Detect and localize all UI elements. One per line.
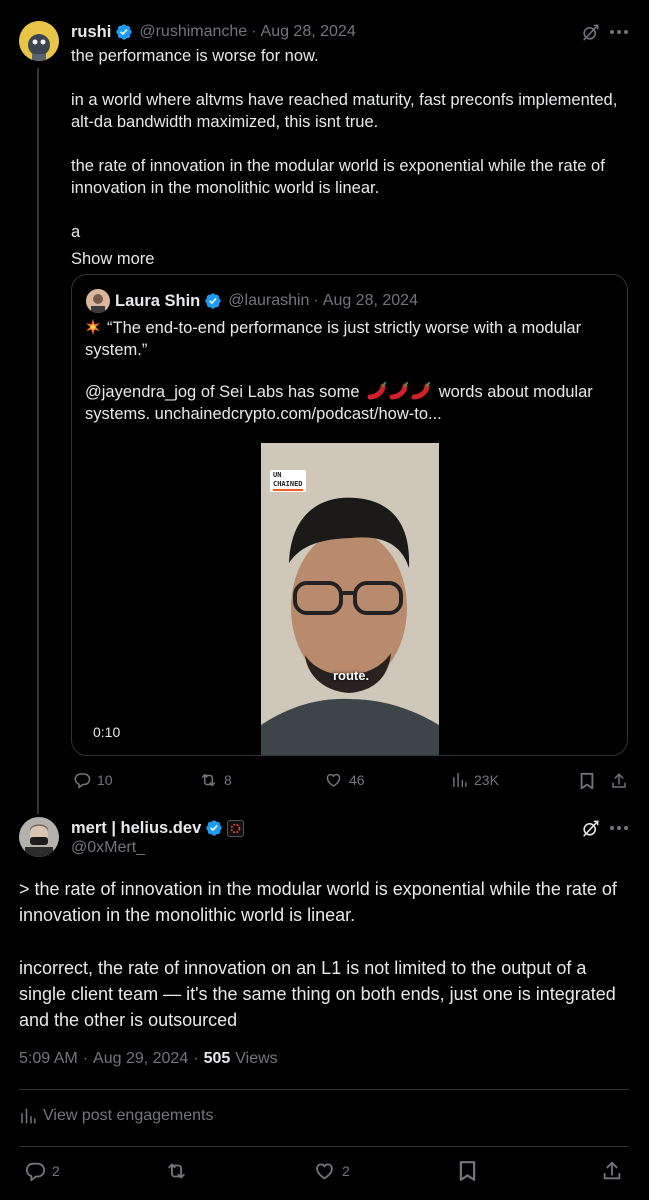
display-name[interactable]: mert | helius.dev [71, 819, 201, 838]
post-meta: 5:09 AM · Aug 29, 2024 · 505 Views [19, 1050, 278, 1068]
show-more-link[interactable]: Show more [71, 248, 631, 270]
thread-line [37, 68, 39, 814]
video-caption: route. [332, 668, 370, 683]
post-date[interactable]: Aug 28, 2024 [261, 23, 356, 41]
post-header: mert | helius.dev [71, 817, 245, 839]
analytics-icon [19, 1107, 37, 1125]
quote-handle: @laurashin [228, 292, 310, 309]
verified-badge-icon [204, 292, 222, 310]
post-paragraph: incorrect, the rate of innovation on an … [19, 958, 616, 1030]
brand-bottom: CHAINED [273, 480, 303, 491]
post-paragraph: > the rate of innovation in the modular … [19, 879, 617, 925]
post-time[interactable]: 5:09 AM [19, 1050, 78, 1068]
like-count: 2 [342, 1163, 350, 1179]
quote-line: “The end-to-end performance is just stri… [85, 317, 615, 361]
quoted-post-card[interactable]: Laura Shin @laurashin · Aug 28, 2024 “Th… [71, 274, 628, 756]
pepper-icon [366, 382, 432, 400]
share-button[interactable] [609, 771, 629, 791]
share-icon [610, 772, 628, 790]
sparkle-icon [85, 319, 101, 335]
repost-icon [199, 771, 218, 789]
reply-icon [24, 1160, 46, 1182]
repost-button[interactable] [165, 1160, 188, 1182]
dot-separator: · [251, 23, 257, 40]
video-duration: 0:10 [93, 724, 121, 740]
quote-date: Aug 28, 2024 [322, 292, 418, 309]
avatar[interactable] [19, 817, 59, 857]
mention-text: @jayendra_jog of Sei Labs has some [85, 383, 360, 401]
repost-button[interactable]: 8 [199, 771, 232, 789]
like-icon [313, 1160, 336, 1182]
grok-icon[interactable] [580, 818, 600, 838]
quote-line: @jayendra_jog of Sei Labs has some words… [85, 381, 615, 425]
views-count: 23K [474, 772, 499, 788]
quote-header: Laura Shin @laurashin · Aug 28, 2024 [115, 289, 418, 313]
share-button[interactable] [601, 1160, 623, 1182]
post-body: > the rate of innovation in the modular … [19, 877, 629, 1033]
quote-text: “The end-to-end performance is just stri… [85, 317, 615, 425]
views-label: Views [235, 1050, 278, 1067]
bookmark-button[interactable] [456, 1160, 478, 1182]
more-icon[interactable] [608, 818, 630, 838]
like-button[interactable]: 46 [324, 771, 365, 789]
handle[interactable]: @rushimanche [139, 23, 247, 41]
post-paragraph: a [71, 223, 81, 241]
more-icon[interactable] [608, 22, 630, 42]
grok-icon[interactable] [580, 22, 600, 42]
bookmark-button[interactable] [577, 771, 597, 791]
share-icon [601, 1160, 623, 1182]
video-player[interactable]: UN CHAINED route. [261, 443, 439, 755]
post-paragraph: the rate of innovation in the modular wo… [71, 157, 605, 197]
post-paragraph: the performance is worse for now. [71, 47, 319, 65]
display-name[interactable]: rushi [71, 23, 111, 42]
bookmark-icon [579, 772, 595, 790]
post-body: the performance is worse for now. in a w… [71, 45, 631, 270]
engagements-label: View post engagements [43, 1107, 214, 1124]
post-date[interactable]: Aug 29, 2024 [93, 1050, 188, 1068]
quote-avatar [86, 289, 110, 313]
reply-button[interactable]: 2 [24, 1160, 60, 1182]
dot-separator: · [82, 1050, 89, 1067]
affiliate-badge-icon[interactable] [227, 819, 245, 837]
repost-count: 8 [224, 772, 232, 788]
brand-top: UN [273, 471, 282, 479]
video-brand-badge: UN CHAINED [270, 470, 306, 492]
view-engagements-link[interactable]: View post engagements [19, 1107, 213, 1125]
dot-separator: · [313, 292, 319, 309]
quote-line-text: “The end-to-end performance is just stri… [85, 319, 582, 359]
divider [19, 1089, 629, 1090]
post-paragraph: in a world where altvms have reached mat… [71, 91, 618, 131]
like-icon [324, 771, 343, 789]
avatar[interactable] [19, 21, 59, 61]
repost-icon [165, 1160, 188, 1182]
reply-count: 2 [52, 1163, 60, 1179]
post-header: rushi @rushimanche · Aug 28, 2024 [71, 21, 356, 43]
reply-button[interactable]: 10 [73, 771, 113, 789]
reply-icon [73, 771, 91, 789]
handle[interactable]: @0xMert_ [71, 839, 145, 857]
views-count: 505 [203, 1050, 231, 1067]
bookmark-icon [458, 1160, 477, 1182]
views-button[interactable]: 23K [451, 771, 499, 789]
verified-badge-icon [205, 819, 223, 837]
divider [19, 1146, 629, 1147]
like-count: 46 [349, 772, 365, 788]
verified-badge-icon [115, 23, 133, 41]
quote-display-name: Laura Shin [115, 291, 201, 310]
dot-separator: · [193, 1050, 199, 1067]
reply-count: 10 [97, 772, 113, 788]
views-icon [451, 771, 468, 789]
like-button[interactable]: 2 [313, 1160, 350, 1182]
